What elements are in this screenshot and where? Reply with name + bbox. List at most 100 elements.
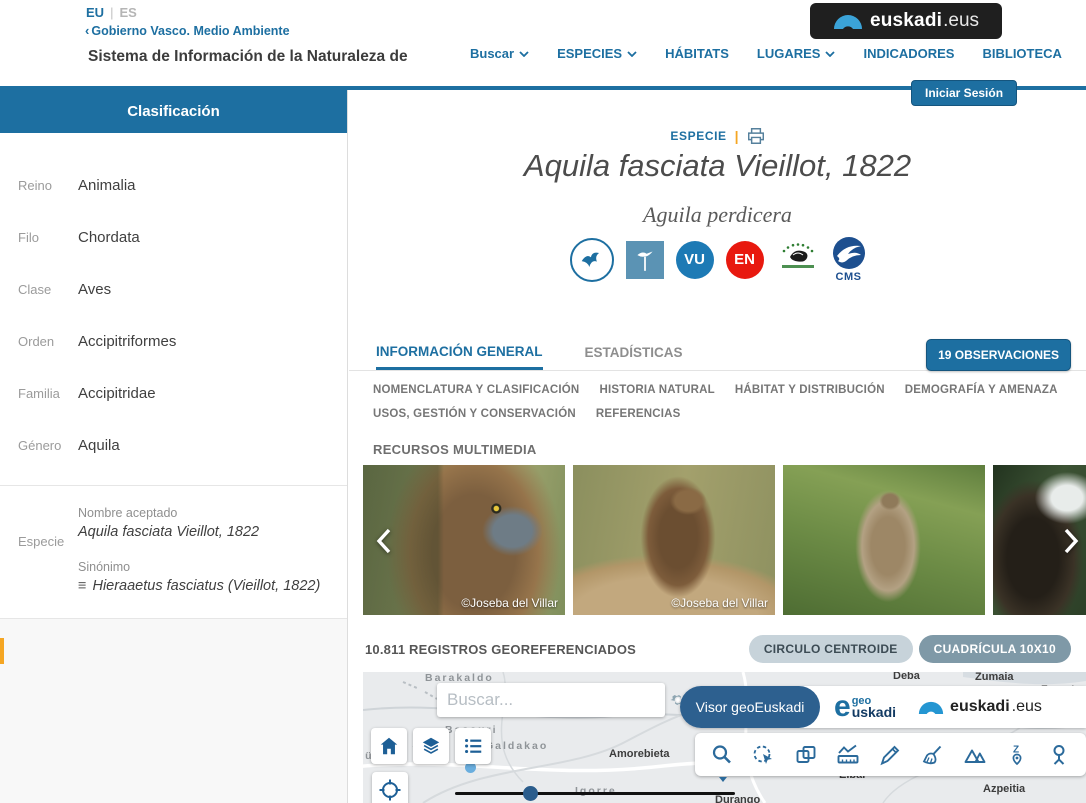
accepted-name[interactable]: Aquila fasciata Vieillot, 1822 [78,524,331,540]
section-subnav: NOMENCLATURA Y CLASIFICACIÓN HISTORIA NA… [373,384,1073,432]
taxonomy-value[interactable]: Accipitridae [78,385,156,402]
map-tools-toolbar: Z [695,733,1086,776]
photo-credit: ©Joseba del Villar [461,596,558,610]
centroid-toggle-button[interactable]: CIRCULO CENTROIDE [749,635,913,663]
overlapping-squares-icon [794,743,818,767]
map-locate-button[interactable] [372,772,408,803]
taxonomy-value[interactable]: Aquila [78,437,120,454]
login-button[interactable]: Iniciar Sesión [911,80,1017,106]
nav-indicadores[interactable]: INDICADORES [863,46,954,61]
taxonomy-value[interactable]: Animalia [78,177,136,194]
select-area-tool[interactable] [750,738,778,772]
carousel-prev-icon[interactable] [375,527,393,555]
subnav-demografia-amenaza[interactable]: DEMOGRAFÍA Y AMENAZA [905,384,1058,396]
map-search-input[interactable] [447,690,668,710]
nav-biblioteca[interactable]: BIBLIOTECA [982,46,1061,61]
geoeuskadi-logo[interactable]: e geo uskadi [834,694,896,720]
subnav-referencias[interactable]: REFERENCIAS [596,408,681,420]
print-icon[interactable] [747,128,765,144]
carousel-next-icon[interactable] [1062,527,1080,555]
grid-toggle-button[interactable]: CUADRÍCULA 10X10 [919,635,1071,663]
lang-es[interactable]: ES [119,5,136,20]
compare-layers-tool[interactable] [792,738,820,772]
list-icon [462,735,484,757]
zone-pin-tool[interactable]: Z [1003,738,1031,772]
synonym-label: Sinónimo [78,560,331,574]
species-rank-label: Especie [18,534,64,549]
draw-tool[interactable] [876,738,904,772]
subnav-historia-natural[interactable]: HISTORIA NATURAL [599,384,714,396]
subnav-usos-gestion[interactable]: USOS, GESTIÓN Y CONSERVACIÓN [373,408,576,420]
pencil-icon [878,743,902,767]
sidebar-title: Clasificación [0,90,347,133]
taxonomy-row-genero: GéneroAquila [0,419,347,471]
taxonomy-value[interactable]: Accipitriformes [78,333,176,350]
clear-tool[interactable] [919,738,947,772]
multimedia-title: RECURSOS MULTIMEDIA [373,442,537,457]
subnav-nomenclatura[interactable]: NOMENCLATURA Y CLASIFICACIÓN [373,384,579,396]
lang-eu[interactable]: EU [86,5,104,20]
breadcrumb-chevron-icon: ‹ [85,23,89,38]
language-switch: EU|ES [86,5,137,20]
map-zoom-slider[interactable] [455,792,735,795]
iucn-vulnerable-badge[interactable]: VU [676,241,714,279]
home-icon [378,735,400,757]
map-town-label: Durango [715,794,760,803]
tab-estadisticas[interactable]: ESTADÍSTICAS [585,335,683,370]
map-home-button[interactable] [371,728,407,764]
eagle-icon [579,247,605,273]
synonym-prefix: ≡ [78,578,86,594]
cms-badge[interactable]: CMS [832,236,866,283]
geo-map[interactable]: Barakaldo Deba Zumaia Zarautz Güeñes Bas… [363,672,1086,803]
top-navigation: Buscar ESPECIES HÁBITATS LUGARES INDICAD… [470,46,1062,61]
observations-button[interactable]: 19 OBSERVACIONES [926,339,1071,371]
photo-credit: ©Joseba del Villar [671,596,768,610]
map-layers-button[interactable] [413,728,449,764]
carousel-photo-1[interactable]: ©Joseba del Villar [363,465,565,615]
taxonomy-row-reino: ReinoAnimalia [0,159,347,211]
synonym-name[interactable]: ≡Hieraaetus fasciatus (Vieillot, 1822) [78,578,331,594]
bern-convention-icon [776,241,820,273]
status-badges: VU EN CMS [349,236,1086,283]
zoom-search-tool[interactable] [708,738,736,772]
layers-icon [420,735,442,757]
breadcrumb[interactable]: ‹Gobierno Vasco. Medio Ambiente [85,23,290,38]
iucn-endangered-badge[interactable]: EN [726,241,764,279]
map-legend-list-button[interactable] [455,728,491,764]
bird-silhouette-badge[interactable] [570,238,614,282]
tab-informacion-general[interactable]: INFORMACIÓN GENERAL [376,335,543,370]
carousel-photo-3[interactable] [783,465,985,615]
street-view-tool[interactable] [1045,738,1073,772]
accepted-name-label: Nombre aceptado [78,506,331,520]
nav-especies[interactable]: ESPECIES [557,46,637,61]
z-pin-icon: Z [1005,743,1029,767]
map-town-label: Deba [893,672,920,682]
broom-icon [921,743,945,767]
terrain-tool[interactable] [961,738,989,772]
map-search-box [437,683,665,717]
taxonomy-value[interactable]: Aves [78,281,111,298]
zoom-slider-knob[interactable] [523,786,538,801]
nav-habitats[interactable]: HÁBITATS [665,46,729,61]
measure-tool[interactable] [834,738,862,772]
visor-geoeuskadi-button[interactable]: Visor geoEuskadi [680,686,820,728]
bern-convention-badge[interactable] [776,241,820,278]
taxonomy-value[interactable]: Chordata [78,229,140,246]
euskadi-arch-icon [918,701,944,714]
ruler-chart-icon [836,743,860,767]
bird-on-post-badge[interactable] [626,241,664,279]
map-town-label: Galdakao [485,740,548,752]
map-town-label: Igorre [575,785,617,797]
mountains-icon [963,743,987,767]
taxonomy-row-orden: OrdenAccipitriformes [0,315,347,367]
euskadi-eus-logo[interactable]: euskadi .eus [810,3,1002,39]
subnav-habitat-distribucion[interactable]: HÁBITAT Y DISTRIBUCIÓN [735,384,885,396]
nav-lugares[interactable]: LUGARES [757,46,836,61]
records-count: 10.811 REGISTROS GEOREFERENCIADOS [365,642,636,657]
taxonomy-row-filo: FiloChordata [0,211,347,263]
carousel-photo-2[interactable]: ©Joseba del Villar [573,465,775,615]
cms-icon [832,236,866,270]
nav-buscar[interactable]: Buscar [470,46,529,61]
carousel-photo-4[interactable] [993,465,1086,615]
euskadi-eus-map-logo[interactable]: euskadi .eus [918,698,1042,716]
